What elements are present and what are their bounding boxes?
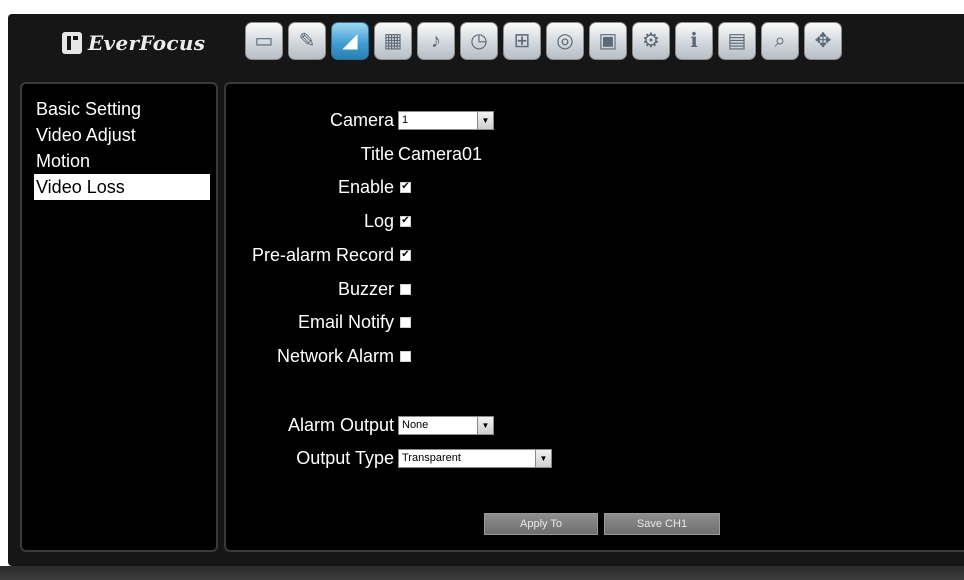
buzzer-checkbox[interactable]	[400, 283, 411, 295]
network-label: Network Alarm	[276, 345, 394, 366]
output-type-select[interactable]: Transparent ▼	[398, 448, 552, 468]
brand-logo: EverFocus	[62, 26, 205, 60]
schedule-icon[interactable]: ◷	[460, 22, 498, 60]
log-checkbox[interactable]: ✔	[400, 215, 411, 227]
camera-select-value: 1	[402, 114, 409, 126]
alarm-output-select[interactable]: None ▼	[398, 415, 494, 435]
camera-icon[interactable]: ◢	[331, 22, 369, 60]
log-row: Log ✔	[4, 209, 411, 233]
camera-select[interactable]: 1 ▼	[398, 110, 494, 130]
tools-icon[interactable]: ✎	[288, 22, 326, 60]
alarm-output-label: Alarm Output	[287, 414, 394, 435]
chevron-down-icon: ▼	[477, 416, 493, 434]
logo-mark-icon	[62, 32, 82, 54]
gear-icon[interactable]: ⚙	[632, 22, 670, 60]
email-label: Email Notify	[297, 311, 394, 332]
email-row: Email Notify	[4, 310, 411, 334]
status-bar	[0, 566, 964, 580]
playback-icon[interactable]: ▤	[718, 22, 756, 60]
alarm-icon[interactable]: ♪	[417, 22, 455, 60]
network-icon[interactable]: ⊞	[503, 22, 541, 60]
output-type-value: Transparent	[402, 452, 461, 464]
enable-checkbox[interactable]: ✔	[400, 181, 411, 193]
camera-row: Camera 1 ▼	[4, 108, 494, 132]
toolbar: ▭ ✎ ◢ ▦ ♪ ◷ ⊞ ◎ ▣ ⚙ ℹ ▤ ⌕ ✥	[245, 22, 842, 64]
info-icon[interactable]: ℹ	[675, 22, 713, 60]
output-type-label: Output Type	[296, 447, 394, 468]
search-icon[interactable]: ⌕	[761, 22, 799, 60]
prealarm-row: Pre-alarm Record ✔	[4, 243, 411, 267]
buzzer-row: Buzzer	[4, 277, 411, 301]
title-label: Title	[360, 143, 394, 164]
chevron-down-icon: ▼	[535, 449, 551, 467]
camera-label: Camera	[329, 109, 394, 130]
chevron-down-icon: ▼	[477, 111, 493, 129]
alarm-output-row: Alarm Output None ▼	[4, 413, 494, 437]
enable-label: Enable	[337, 176, 394, 197]
log-label: Log	[363, 210, 394, 231]
prealarm-checkbox[interactable]: ✔	[400, 249, 411, 261]
network-checkbox[interactable]	[400, 350, 411, 362]
title-row: Title Camera01	[4, 142, 482, 166]
alarm-output-value: None	[402, 419, 429, 431]
prealarm-label: Pre-alarm Record	[251, 244, 394, 265]
title-value: Camera01	[398, 143, 483, 164]
move-icon[interactable]: ✥	[804, 22, 842, 60]
app-window: EverFocus ▭ ✎ ◢ ▦ ♪ ◷ ⊞ ◎ ▣ ⚙ ℹ ▤ ⌕ ✥ Basic Setting V…	[0, 0, 964, 580]
monitor-icon[interactable]: ▭	[245, 22, 283, 60]
buzzer-label: Buzzer	[337, 278, 394, 299]
film-icon[interactable]: ▦	[374, 22, 412, 60]
save-ch-button[interactable]: Save CH1	[604, 513, 720, 535]
output-type-row: Output Type Transparent ▼	[4, 446, 552, 470]
logo-text: EverFocus	[88, 31, 206, 55]
apply-to-button[interactable]: Apply To	[484, 513, 598, 535]
disk-icon[interactable]: ◎	[546, 22, 584, 60]
network-row: Network Alarm	[4, 344, 411, 368]
email-checkbox[interactable]	[400, 316, 411, 328]
display-icon[interactable]: ▣	[589, 22, 627, 60]
enable-row: Enable ✔	[4, 175, 411, 199]
